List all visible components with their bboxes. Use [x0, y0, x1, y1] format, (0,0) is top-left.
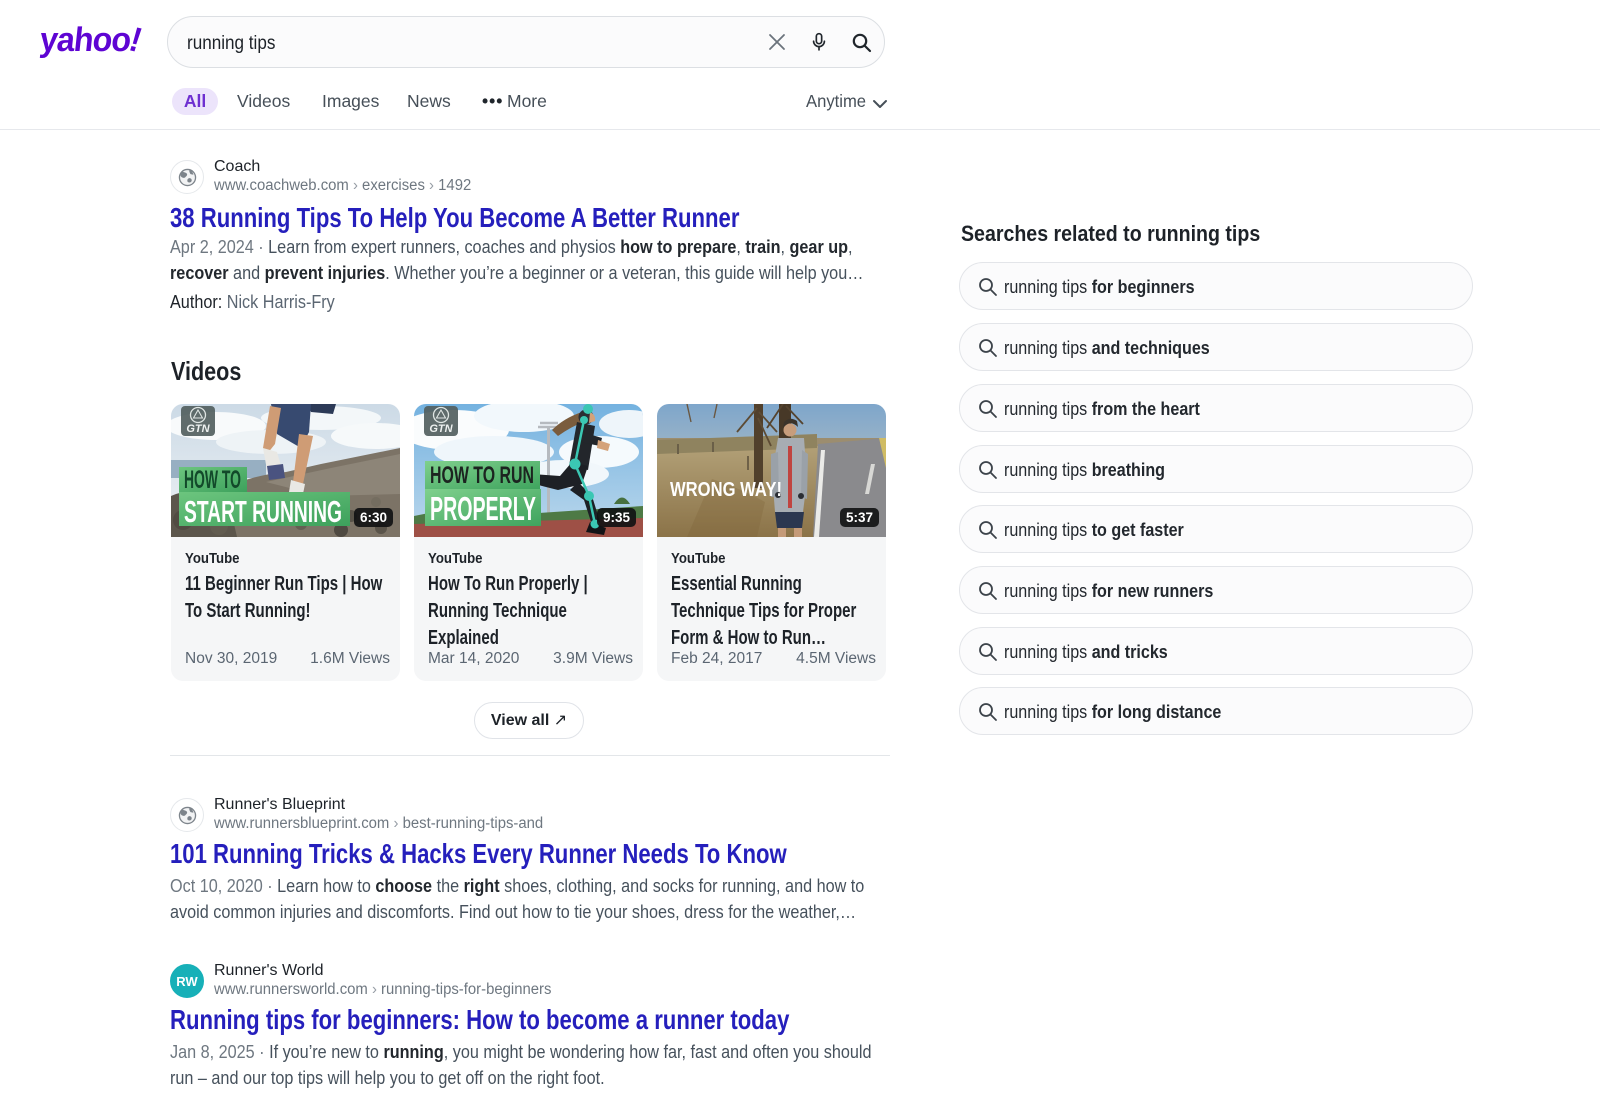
svg-text:GTN: GTN: [186, 423, 210, 435]
svg-text:START RUNNING: START RUNNING: [184, 494, 342, 529]
svg-text:GTN: GTN: [429, 423, 453, 435]
svg-text:HOW TO: HOW TO: [184, 466, 241, 494]
svg-text:WRONG WAY!: WRONG WAY!: [670, 479, 782, 501]
svg-text:HOW TO RUN: HOW TO RUN: [430, 462, 534, 489]
svg-text:PROPERLY: PROPERLY: [430, 490, 536, 527]
